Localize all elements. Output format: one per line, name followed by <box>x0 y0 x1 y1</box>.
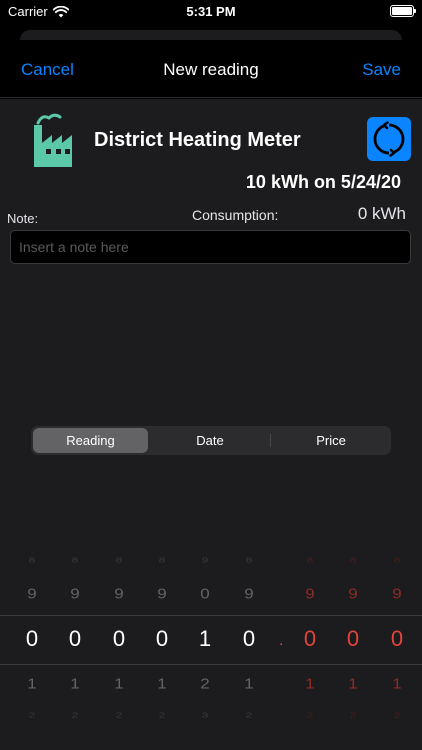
wheel-digit: 2 <box>306 710 314 720</box>
wheel-digit: 9 <box>348 585 358 602</box>
wheel-digit: 2 <box>28 710 36 720</box>
digit-wheel-2[interactable]: 8 9 0 1 2 <box>60 550 90 750</box>
cancel-button[interactable]: Cancel <box>21 60 74 80</box>
note-label: Note: <box>7 211 39 226</box>
wheel-digit: 1 <box>348 675 358 692</box>
reading-digit-picker: 8 9 0 1 2 8 9 0 1 2 8 9 0 1 2 8 9 0 1 2 <box>0 550 422 750</box>
selected-digit: 0 <box>346 626 360 651</box>
input-mode-segmented-control: Reading Date Price <box>31 426 391 455</box>
segment-reading[interactable]: Reading <box>33 428 148 453</box>
wheel-digit: 1 <box>305 675 315 692</box>
wheel-digit: 2 <box>71 710 79 720</box>
wheel-digit: 2 <box>349 710 357 720</box>
selected-digit: 0 <box>155 626 169 651</box>
save-button[interactable]: Save <box>362 60 401 80</box>
wheel-digit: 8 <box>71 555 79 565</box>
refresh-icon <box>373 121 405 157</box>
wheel-digit: 9 <box>114 585 124 602</box>
wheel-digit: 3 <box>201 710 209 720</box>
wheel-digit: 8 <box>349 555 357 565</box>
selected-digit: 0 <box>242 626 256 651</box>
wheel-digit: 8 <box>245 555 253 565</box>
wheel-digit: 9 <box>157 585 167 602</box>
decimal-wheel-2[interactable]: 8 9 0 1 2 <box>338 550 368 750</box>
battery-icon <box>390 5 416 17</box>
wheel-digit: 8 <box>158 555 166 565</box>
wheel-digit: 8 <box>115 555 123 565</box>
reading-form: District Heating Meter 10 kWh on 5/24/20… <box>0 99 422 750</box>
wheel-digit: 1 <box>244 675 254 692</box>
wheel-digit: 9 <box>27 585 37 602</box>
consumption-label: Consumption: <box>192 207 279 223</box>
wheel-digit: 9 <box>244 585 254 602</box>
decimal-separator: . <box>279 632 284 649</box>
selected-digit: 0 <box>68 626 82 651</box>
wheel-digit: 1 <box>392 675 402 692</box>
wheel-digit: 1 <box>157 675 167 692</box>
wheel-digit: 9 <box>70 585 80 602</box>
wheel-digit: 1 <box>114 675 124 692</box>
selected-digit: 0 <box>25 626 39 651</box>
wheel-digit: 9 <box>305 585 315 602</box>
navigation-bar: Cancel New reading Save <box>0 40 422 98</box>
selected-digit: 1 <box>198 626 212 651</box>
wheel-digit: 0 <box>200 585 210 602</box>
wheel-digit: 8 <box>28 555 36 565</box>
meter-name: District Heating Meter <box>94 129 301 151</box>
digit-wheel-3[interactable]: 8 9 0 1 2 <box>104 550 134 750</box>
wheel-digit: 2 <box>115 710 123 720</box>
factory-icon <box>34 113 72 167</box>
digit-wheel-4[interactable]: 8 9 0 1 2 <box>147 550 177 750</box>
digit-wheel-6[interactable]: 8 9 0 1 2 <box>234 550 264 750</box>
note-input[interactable] <box>10 230 411 264</box>
wheel-digit: 2 <box>200 675 210 692</box>
digit-wheel-5[interactable]: 9 0 1 2 3 <box>190 550 220 750</box>
wheel-digit: 2 <box>393 710 401 720</box>
refresh-button[interactable] <box>367 117 411 161</box>
segment-price[interactable]: Price <box>271 428 391 453</box>
segment-date[interactable]: Date <box>151 428 269 453</box>
status-bar: Carrier 5:31 PM <box>0 0 422 24</box>
last-reading: 10 kWh on 5/24/20 <box>245 172 401 192</box>
wheel-digit: 2 <box>245 710 253 720</box>
wheel-digit: 9 <box>201 555 209 565</box>
decimal-wheel-1[interactable]: 8 9 0 1 2 <box>295 550 325 750</box>
decimal-wheel-3[interactable]: 8 9 0 1 2 <box>382 550 412 750</box>
wheel-digit: 8 <box>306 555 314 565</box>
selected-digit: 0 <box>390 626 404 651</box>
wheel-digit: 9 <box>392 585 402 602</box>
wheel-digit: 2 <box>158 710 166 720</box>
wheel-digit: 1 <box>70 675 80 692</box>
wheel-digit: 8 <box>393 555 401 565</box>
wheel-digit: 1 <box>27 675 37 692</box>
selected-digit: 0 <box>112 626 126 651</box>
digit-wheel-1[interactable]: 8 9 0 1 2 <box>17 550 47 750</box>
clock: 5:31 PM <box>186 4 236 19</box>
consumption-value: 0 kWh <box>357 204 406 223</box>
selected-digit: 0 <box>303 626 317 651</box>
